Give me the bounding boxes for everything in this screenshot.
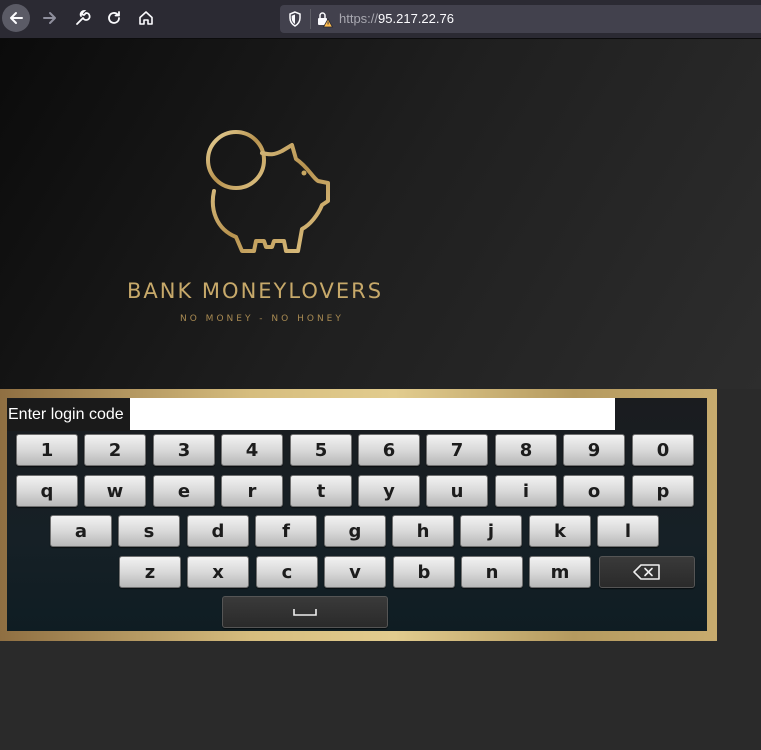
key-d[interactable]: d xyxy=(187,515,249,547)
login-keyboard-panel: Enter login code 1234567890 qwertyuiop asd… xyxy=(0,389,717,641)
key-r[interactable]: r xyxy=(221,475,283,507)
reload-button[interactable] xyxy=(100,4,128,32)
key-s[interactable]: s xyxy=(118,515,180,547)
key-e[interactable]: e xyxy=(153,475,215,507)
key-w[interactable]: w xyxy=(84,475,146,507)
insecure-lock-warning-icon[interactable] xyxy=(316,10,334,28)
key-o[interactable]: o xyxy=(563,475,625,507)
url-scheme: https:// xyxy=(339,11,379,26)
key-p[interactable]: p xyxy=(632,475,694,507)
key-4[interactable]: 4 xyxy=(221,434,283,466)
key-1[interactable]: 1 xyxy=(16,434,78,466)
key-b[interactable]: b xyxy=(393,556,455,588)
key-y[interactable]: y xyxy=(358,475,420,507)
wrench-icon xyxy=(76,9,91,25)
key-m[interactable]: m xyxy=(529,556,591,588)
home-button[interactable] xyxy=(132,4,160,32)
key-8[interactable]: 8 xyxy=(495,434,557,466)
key-u[interactable]: u xyxy=(426,475,488,507)
key-k[interactable]: k xyxy=(529,515,591,547)
key-c[interactable]: c xyxy=(256,556,318,588)
login-code-label: Enter login code xyxy=(7,399,131,431)
key-l[interactable]: l xyxy=(597,515,659,547)
arrow-right-icon xyxy=(43,12,56,24)
backspace-icon xyxy=(633,564,660,580)
key-6[interactable]: 6 xyxy=(358,434,420,466)
address-bar[interactable]: https://95.217.22.76 xyxy=(280,5,761,33)
key-3[interactable]: 3 xyxy=(153,434,215,466)
page-hero: BANK MONEYLOVERS NO MONEY - NO HONEY xyxy=(0,39,761,389)
key-5[interactable]: 5 xyxy=(290,434,352,466)
key-h[interactable]: h xyxy=(392,515,454,547)
home-icon xyxy=(139,11,153,25)
key-7[interactable]: 7 xyxy=(426,434,488,466)
key-f[interactable]: f xyxy=(255,515,317,547)
key-i[interactable]: i xyxy=(495,475,557,507)
url-text: https://95.217.22.76 xyxy=(339,11,454,26)
key-0[interactable]: 0 xyxy=(632,434,694,466)
brand-name: BANK MONEYLOVERS xyxy=(127,279,384,303)
backspace-key[interactable] xyxy=(599,556,695,588)
key-z[interactable]: z xyxy=(119,556,181,588)
space-bar-icon xyxy=(293,609,317,616)
brand-tagline: NO MONEY - NO HONEY xyxy=(180,314,344,324)
url-host: 95.217.22.76 xyxy=(378,11,454,26)
login-code-input[interactable] xyxy=(130,398,615,430)
keyboard-area: Enter login code 1234567890 qwertyuiop asd… xyxy=(7,398,707,631)
arrow-left-icon xyxy=(10,12,23,24)
shield-icon[interactable] xyxy=(288,11,302,27)
key-9[interactable]: 9 xyxy=(563,434,625,466)
key-g[interactable]: g xyxy=(324,515,386,547)
forward-button[interactable] xyxy=(36,4,64,32)
browser-toolbar: https://95.217.22.76 xyxy=(0,0,761,39)
space-key[interactable] xyxy=(222,596,388,628)
key-v[interactable]: v xyxy=(324,556,386,588)
address-bar-divider xyxy=(310,9,311,29)
reload-icon xyxy=(108,11,120,24)
tools-button[interactable] xyxy=(68,4,96,32)
key-2[interactable]: 2 xyxy=(84,434,146,466)
key-t[interactable]: t xyxy=(290,475,352,507)
key-n[interactable]: n xyxy=(461,556,523,588)
back-button[interactable] xyxy=(2,4,30,32)
key-q[interactable]: q xyxy=(16,475,78,507)
piggy-bank-logo-icon xyxy=(206,130,330,253)
key-a[interactable]: a xyxy=(50,515,112,547)
key-j[interactable]: j xyxy=(460,515,522,547)
key-x[interactable]: x xyxy=(187,556,249,588)
